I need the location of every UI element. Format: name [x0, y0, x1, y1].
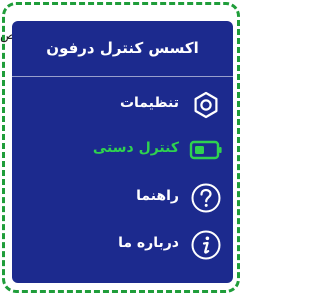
info-icon: [189, 228, 223, 262]
settings-hexagon-icon: [189, 88, 223, 122]
battery-toggle-icon: [189, 133, 223, 167]
menu-item-label: تنظیمات: [119, 95, 179, 111]
menu-item-help[interactable]: راهنما: [12, 178, 233, 218]
menu-item-label: راهنما: [136, 188, 179, 204]
menu-header: اکسس کنترل درفون: [12, 21, 233, 75]
menu-item-label: کنترل دستی: [92, 140, 179, 156]
screen: ص اکسس کنترل درفون تنظیمات کنترل دستی را…: [0, 0, 240, 293]
navigation-menu: اکسس کنترل درفون تنظیمات کنترل دستی راهن…: [12, 21, 233, 283]
header-divider: [12, 76, 233, 77]
help-question-icon: [189, 181, 223, 215]
menu-title: اکسس کنترل درفون: [46, 39, 199, 57]
menu-item-about[interactable]: درباره ما: [12, 225, 233, 265]
menu-item-settings[interactable]: تنظیمات: [12, 85, 233, 125]
menu-item-label: درباره ما: [118, 235, 179, 251]
menu-item-manual-control[interactable]: کنترل دستی: [12, 130, 233, 170]
